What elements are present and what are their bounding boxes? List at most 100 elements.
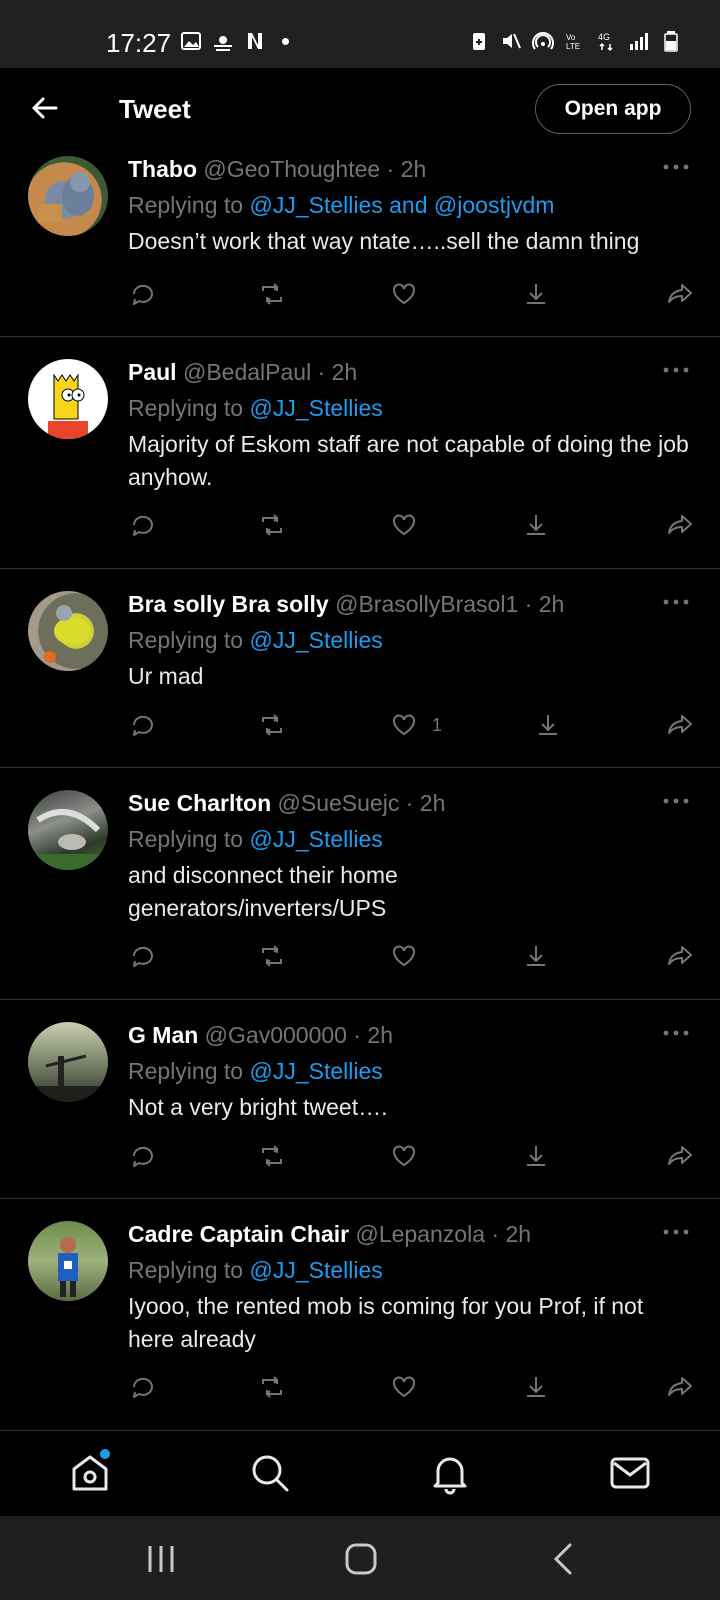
more-options-icon[interactable] — [658, 152, 694, 182]
avatar[interactable] — [28, 156, 108, 236]
tweet-time[interactable]: 2h — [367, 1022, 393, 1048]
download-button[interactable] — [522, 276, 550, 312]
tweet[interactable]: Paul @BedalPaul · 2h Replying to @JJ_Ste… — [0, 337, 720, 569]
like-button[interactable] — [390, 507, 426, 543]
reply-button[interactable] — [128, 507, 156, 543]
more-options-icon[interactable] — [658, 1217, 694, 1247]
separator-dot: · — [353, 1022, 362, 1048]
tweet-text: Ur mad — [128, 663, 204, 689]
retweet-button[interactable] — [258, 707, 286, 743]
tweet-text: Doesn’t work that way ntate…..sell the d… — [128, 228, 640, 254]
download-icon — [527, 1377, 545, 1397]
mention-link[interactable]: @JJ_Stellies — [249, 826, 382, 852]
separator-dot: · — [386, 156, 395, 182]
author-handle[interactable]: @GeoThoughtee — [203, 156, 380, 182]
tweet[interactable]: Sue Charlton @SueSuejc · 2h Replying to … — [0, 768, 720, 1000]
like-button[interactable] — [390, 938, 426, 974]
tweet[interactable]: Thabo @GeoThoughtee · 2h Replying to @JJ… — [0, 152, 720, 337]
tweet-time[interactable]: 2h — [401, 156, 427, 182]
tweet[interactable]: Bra solly Bra solly @BrasollyBrasol1 · 2… — [0, 569, 720, 768]
avatar[interactable] — [28, 1221, 108, 1301]
recent-apps-icon[interactable] — [144, 1542, 178, 1576]
retweet-icon — [262, 1145, 282, 1167]
more-options-icon[interactable] — [658, 355, 694, 385]
separator-dot: · — [405, 790, 414, 816]
more-options-icon[interactable] — [658, 786, 694, 816]
tweet-time[interactable]: 2h — [332, 359, 358, 385]
more-options-icon[interactable] — [658, 1018, 694, 1048]
home-button-icon[interactable] — [344, 1542, 378, 1576]
reply-button[interactable] — [128, 938, 156, 974]
back-arrow-icon[interactable] — [26, 90, 62, 126]
status-left-icons — [180, 30, 289, 52]
back-button-icon[interactable] — [550, 1542, 578, 1576]
replying-to: Replying to @JJ_Stellies — [128, 1056, 694, 1086]
author-handle[interactable]: @Gav000000 — [205, 1022, 347, 1048]
share-icon — [668, 946, 692, 965]
retweet-button[interactable] — [258, 276, 286, 312]
notifications-icon[interactable] — [428, 1451, 472, 1495]
mention-link[interactable]: @JJ_Stellies — [249, 1257, 382, 1283]
tweet-time[interactable]: 2h — [420, 790, 446, 816]
like-button[interactable] — [390, 1138, 426, 1174]
share-button[interactable] — [666, 707, 694, 743]
open-app-button[interactable]: Open app — [535, 84, 691, 134]
share-button[interactable] — [666, 276, 694, 312]
tweet-content: G Man @Gav000000 · 2h Replying to @JJ_St… — [128, 1018, 694, 1124]
separator-dot: · — [317, 359, 326, 385]
like-button[interactable]: 1 — [390, 707, 442, 743]
page-title: Tweet — [119, 94, 191, 124]
share-button[interactable] — [666, 507, 694, 543]
reply-button[interactable] — [128, 707, 156, 743]
author-name[interactable]: G Man — [128, 1022, 198, 1048]
share-button[interactable] — [666, 1138, 694, 1174]
author-handle[interactable]: @Lepanzola — [356, 1221, 486, 1247]
reply-button[interactable] — [128, 1138, 156, 1174]
messages-icon[interactable] — [608, 1451, 652, 1495]
reply-button[interactable] — [128, 276, 156, 312]
download-button[interactable] — [522, 938, 550, 974]
avatar[interactable] — [28, 1022, 108, 1102]
like-button[interactable] — [390, 276, 426, 312]
retweet-button[interactable] — [258, 938, 286, 974]
svg-text:LTE: LTE — [566, 42, 580, 51]
retweet-button[interactable] — [258, 507, 286, 543]
avatar[interactable] — [28, 591, 108, 671]
download-button[interactable] — [534, 707, 562, 743]
tweet-time[interactable]: 2h — [505, 1221, 531, 1247]
reply-button[interactable] — [128, 1369, 156, 1405]
share-icon — [668, 1146, 692, 1165]
author-name[interactable]: Cadre Captain Chair — [128, 1221, 349, 1247]
more-options-icon[interactable] — [658, 587, 694, 617]
reply-icon — [132, 515, 153, 536]
retweet-button[interactable] — [258, 1369, 286, 1405]
author-handle[interactable]: @SueSuejc — [278, 790, 400, 816]
tweet-time[interactable]: 2h — [539, 591, 565, 617]
search-icon[interactable] — [248, 1451, 292, 1495]
like-button[interactable] — [390, 1369, 426, 1405]
retweet-button[interactable] — [258, 1138, 286, 1174]
author-name[interactable]: Thabo — [128, 156, 197, 182]
mention-link[interactable]: @JJ_Stellies — [249, 1058, 382, 1084]
download-button[interactable] — [522, 1369, 550, 1405]
avatar[interactable] — [28, 790, 108, 870]
download-button[interactable] — [522, 1138, 550, 1174]
share-button[interactable] — [666, 1369, 694, 1405]
mention-link[interactable]: @JJ_Stellies — [249, 395, 382, 421]
download-button[interactable] — [522, 507, 550, 543]
mention-link[interactable]: @JJ_Stellies and @joostjvdm — [249, 192, 554, 218]
heart-icon — [393, 283, 415, 305]
tweet-text: Not a very bright tweet…. — [128, 1094, 388, 1120]
author-name[interactable]: Sue Charlton — [128, 790, 271, 816]
tweet-actions — [128, 507, 694, 543]
tweet[interactable]: G Man @Gav000000 · 2h Replying to @JJ_St… — [0, 1000, 720, 1199]
tweet[interactable]: Cadre Captain Chair @Lepanzola · 2h Repl… — [0, 1199, 720, 1431]
author-name[interactable]: Paul — [128, 359, 177, 385]
author-handle[interactable]: @BrasollyBrasol1 — [335, 591, 518, 617]
share-icon — [668, 515, 692, 534]
author-handle[interactable]: @BedalPaul — [183, 359, 311, 385]
author-name[interactable]: Bra solly Bra solly — [128, 591, 329, 617]
avatar[interactable] — [28, 359, 108, 439]
share-button[interactable] — [666, 938, 694, 974]
mention-link[interactable]: @JJ_Stellies — [249, 627, 382, 653]
